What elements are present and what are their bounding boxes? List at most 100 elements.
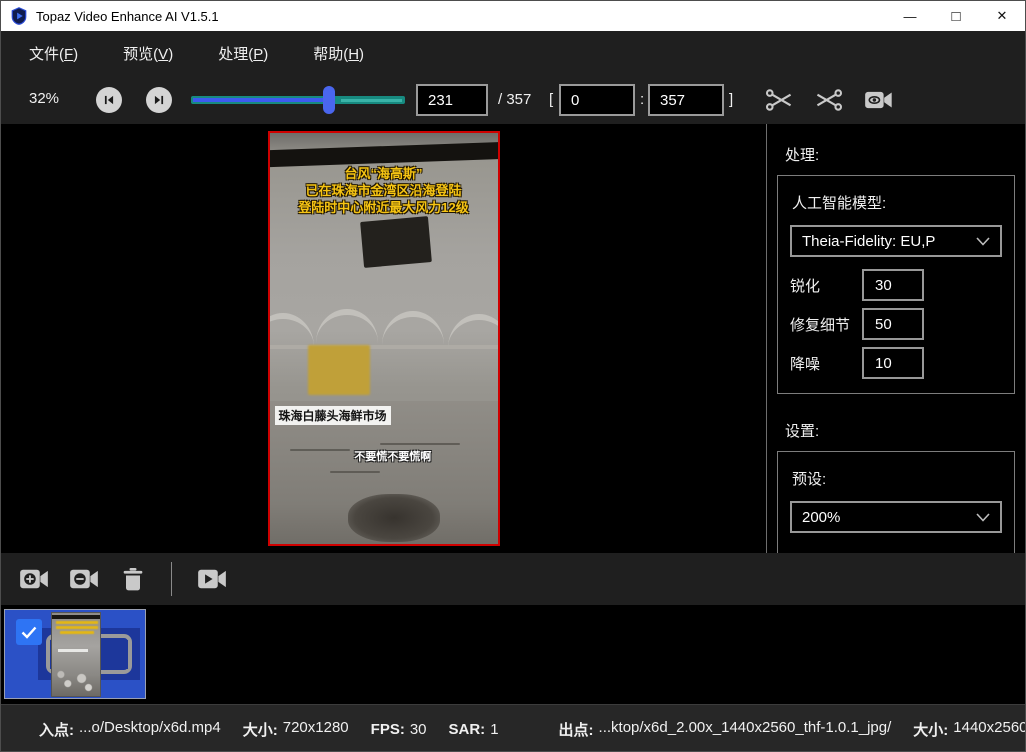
sharpen-row: 锐化 30 bbox=[790, 269, 1002, 301]
trash-icon bbox=[119, 565, 147, 593]
overlay-title-line2: 已在珠海市金湾区沿海登陆 bbox=[270, 182, 498, 199]
menu-process-key: P bbox=[253, 46, 263, 63]
scissors-right-icon bbox=[814, 86, 844, 114]
range-bracket-close: ] bbox=[729, 91, 733, 108]
restore-detail-input[interactable]: 50 bbox=[862, 308, 924, 340]
menu-process-text: 处理( bbox=[218, 46, 253, 63]
app-window: Topaz Video Enhance AI V1.5.1 — □ ✕ 文件(F… bbox=[0, 0, 1026, 752]
status-input-path-value: ...o/Desktop/x6d.mp4 bbox=[79, 719, 221, 740]
range-bracket-open: [ bbox=[549, 91, 553, 108]
status-sar-label: SAR: bbox=[449, 721, 486, 738]
status-fps-label: FPS: bbox=[371, 721, 405, 738]
denoise-label: 降噪 bbox=[790, 353, 862, 374]
menu-help[interactable]: 帮助(H) bbox=[299, 37, 378, 70]
window-controls: — □ ✕ bbox=[887, 1, 1025, 31]
video-location-label: 珠海白藤头海鲜市场 bbox=[275, 406, 391, 425]
video-caption: 不要慌不要慌啊 bbox=[354, 448, 431, 464]
menu-process-close: ) bbox=[263, 46, 268, 63]
add-video-button[interactable] bbox=[19, 565, 49, 593]
trim-out-button[interactable] bbox=[814, 86, 844, 114]
zoom-level-label: 32% bbox=[29, 90, 59, 107]
range-start-input[interactable]: 0 bbox=[559, 84, 635, 116]
preset-select[interactable]: 200% bbox=[790, 501, 1002, 533]
clip-select-checkbox[interactable] bbox=[16, 619, 42, 645]
preset-value: 200% bbox=[802, 509, 840, 526]
denoise-input[interactable]: 10 bbox=[862, 347, 924, 379]
status-input-size-value: 720x1280 bbox=[283, 719, 349, 740]
status-output-path: 出点: ...ktop/x6d_2.00x_1440x2560_thf-1.0.… bbox=[559, 719, 892, 740]
timeline-slider[interactable] bbox=[191, 88, 405, 112]
ai-model-select[interactable]: Theia-Fidelity: EU,P bbox=[790, 225, 1002, 257]
skip-start-icon bbox=[102, 93, 116, 107]
menu-help-close: ) bbox=[359, 46, 364, 63]
remove-video-button[interactable] bbox=[69, 565, 99, 593]
overlay-title-line3: 登陆时中心附近最大风力12级 bbox=[270, 199, 498, 216]
preview-button[interactable] bbox=[864, 86, 894, 114]
menu-process[interactable]: 处理(P) bbox=[204, 37, 282, 70]
status-output-size-label: 大小: bbox=[913, 719, 948, 740]
toolbar-divider bbox=[171, 562, 172, 596]
status-input-path-label: 入点: bbox=[39, 719, 74, 740]
app-logo-icon bbox=[10, 7, 28, 25]
clip-toolbar bbox=[1, 553, 1025, 605]
status-bar: 入点: ...o/Desktop/x6d.mp4 大小: 720x1280 FP… bbox=[1, 704, 1025, 752]
status-output-path-label: 出点: bbox=[559, 719, 594, 740]
sharpen-label: 锐化 bbox=[790, 275, 862, 296]
sharpen-input[interactable]: 30 bbox=[862, 269, 924, 301]
ai-model-label: 人工智能模型: bbox=[792, 192, 1002, 213]
process-video-button[interactable] bbox=[197, 565, 227, 593]
menu-file-key: F bbox=[64, 46, 73, 63]
main-area: 台风“海高斯” 已在珠海市金湾区沿海登陆 登陆时中心附近最大风力12级 珠海白藤… bbox=[1, 124, 1025, 553]
trim-in-button[interactable] bbox=[764, 86, 794, 114]
chevron-down-icon bbox=[976, 513, 990, 522]
camera-eye-icon bbox=[864, 86, 894, 114]
playback-toolbar: 32% 231 / 357 [ 0 : 357 ] bbox=[1, 76, 1025, 124]
camera-plus-icon bbox=[19, 565, 49, 593]
ai-model-value: Theia-Fidelity: EU,P bbox=[802, 233, 935, 250]
restore-detail-row: 修复细节 50 bbox=[790, 308, 1002, 340]
menu-preview-key: V bbox=[158, 46, 168, 63]
status-output-size-value: 1440x2560 bbox=[953, 719, 1026, 740]
status-fps-value: 30 bbox=[410, 721, 427, 738]
overlay-title-line1: 台风“海高斯” bbox=[270, 165, 498, 182]
skip-end-icon bbox=[152, 93, 166, 107]
status-sar: SAR: 1 bbox=[449, 721, 499, 738]
process-heading: 处理: bbox=[785, 144, 1017, 165]
settings-heading: 设置: bbox=[785, 420, 1017, 441]
delete-clip-button[interactable] bbox=[119, 565, 149, 593]
status-output-path-value: ...ktop/x6d_2.00x_1440x2560_thf-1.0.1_jp… bbox=[599, 719, 892, 740]
status-input-size-label: 大小: bbox=[243, 719, 278, 740]
range-end-input[interactable]: 357 bbox=[648, 84, 724, 116]
slider-handle[interactable] bbox=[323, 86, 335, 114]
close-button[interactable]: ✕ bbox=[979, 1, 1025, 31]
titlebar: Topaz Video Enhance AI V1.5.1 — □ ✕ bbox=[1, 1, 1025, 31]
menu-help-text: 帮助( bbox=[313, 46, 348, 63]
skip-to-end-button[interactable] bbox=[146, 87, 172, 113]
video-mirror-shape bbox=[360, 216, 432, 268]
chevron-down-icon bbox=[976, 237, 990, 246]
skip-to-start-button[interactable] bbox=[96, 87, 122, 113]
settings-panel: 处理: 人工智能模型: Theia-Fidelity: EU,P 锐化 30 修… bbox=[766, 124, 1025, 553]
menu-file-close: ) bbox=[73, 46, 78, 63]
minimize-button[interactable]: — bbox=[887, 1, 933, 31]
menu-file-text: 文件( bbox=[29, 46, 64, 63]
preset-label: 预设: bbox=[792, 468, 1002, 489]
video-truck-shape bbox=[308, 345, 370, 395]
status-input-path: 入点: ...o/Desktop/x6d.mp4 bbox=[39, 719, 221, 740]
range-separator: : bbox=[640, 91, 644, 108]
menu-preview-close: ) bbox=[168, 46, 173, 63]
video-preview-pane: 台风“海高斯” 已在珠海市金湾区沿海登陆 登陆时中心附近最大风力12级 珠海白藤… bbox=[1, 124, 766, 553]
status-input-size: 大小: 720x1280 bbox=[243, 719, 349, 740]
menu-file[interactable]: 文件(F) bbox=[15, 37, 92, 70]
menu-preview[interactable]: 预览(V) bbox=[109, 37, 187, 70]
slider-remaining bbox=[341, 99, 402, 102]
video-overlay-title: 台风“海高斯” 已在珠海市金湾区沿海登陆 登陆时中心附近最大风力12级 bbox=[270, 165, 498, 216]
menu-preview-text: 预览( bbox=[123, 46, 158, 63]
status-output-size: 大小: 1440x2560 bbox=[913, 719, 1026, 740]
maximize-button[interactable]: □ bbox=[933, 1, 979, 31]
clip-thumbnail-image bbox=[51, 612, 101, 697]
clip-list bbox=[1, 605, 1025, 704]
video-preview[interactable]: 台风“海高斯” 已在珠海市金湾区沿海登陆 登陆时中心附近最大风力12级 珠海白藤… bbox=[268, 131, 500, 546]
current-frame-input[interactable]: 231 bbox=[416, 84, 488, 116]
clip-thumbnail-selected[interactable] bbox=[4, 609, 146, 699]
